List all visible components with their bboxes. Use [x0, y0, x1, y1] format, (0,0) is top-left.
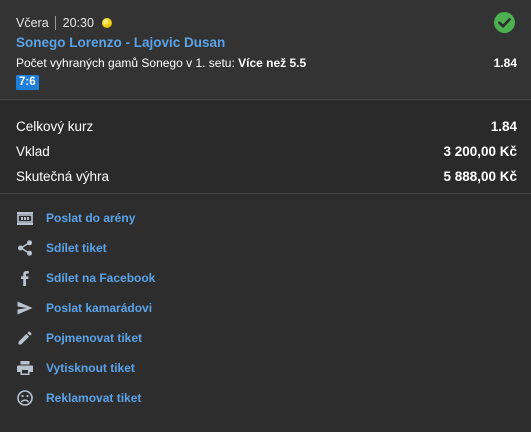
- score-badge: 7:6: [16, 75, 39, 90]
- facebook-icon: [16, 269, 34, 287]
- event-time: 20:30: [62, 16, 94, 30]
- market-name: Počet vyhraných gamů Sonego v 1. setu:: [16, 56, 235, 70]
- printer-icon: [16, 359, 34, 377]
- action-label: Sdílet tiket: [46, 241, 107, 255]
- send-to-friend-button[interactable]: Poslat kamarádovi: [16, 298, 152, 318]
- stake-row: Vklad 3 200,00 Kč: [16, 141, 517, 161]
- complain-ticket-button[interactable]: Reklamovat tiket: [16, 388, 141, 408]
- share-ticket-button[interactable]: Sdílet tiket: [16, 238, 107, 258]
- event-meta: Včera 20:30: [16, 15, 112, 31]
- print-ticket-button[interactable]: Vytisknout tiket: [16, 358, 135, 378]
- event-day: Včera: [16, 16, 49, 30]
- send-icon: [16, 299, 34, 317]
- total-odds-label: Celkový kurz: [16, 118, 94, 134]
- match-title[interactable]: Sonego Lorenzo - Lajovic Dusan: [16, 35, 225, 50]
- action-label: Vytisknout tiket: [46, 361, 135, 375]
- action-label: Sdílet na Facebook: [46, 271, 156, 285]
- check-circle-icon: [494, 12, 515, 33]
- action-label: Poslat do arény: [46, 211, 136, 225]
- selection-odd: 1.84: [493, 56, 517, 70]
- win-value: 5 888,00 Kč: [443, 168, 517, 184]
- stake-label: Vklad: [16, 143, 50, 159]
- send-to-arena-button[interactable]: Poslat do arény: [16, 208, 135, 228]
- win-label: Skutečná výhra: [16, 168, 110, 184]
- sad-face-icon: [16, 389, 34, 407]
- share-icon: [16, 239, 34, 257]
- pencil-icon: [16, 329, 34, 347]
- ticket-event-section: Včera 20:30 Sonego Lorenzo - Lajovic Dus…: [0, 0, 531, 100]
- total-odds-value: 1.84: [490, 118, 517, 134]
- market-description: Počet vyhraných gamů Sonego v 1. setu: V…: [16, 56, 306, 70]
- arena-icon: [16, 209, 34, 227]
- action-label: Poslat kamarádovi: [46, 301, 153, 315]
- action-label: Reklamovat tiket: [46, 391, 142, 405]
- total-odds-row: Celkový kurz 1.84: [16, 116, 517, 136]
- win-row: Skutečná výhra 5 888,00 Kč: [16, 166, 517, 186]
- market-selection: Více než 5.5: [238, 56, 307, 70]
- tennis-ball-icon: [101, 18, 112, 28]
- action-label: Pojmenovat tiket: [46, 331, 143, 345]
- ticket-summary: Celkový kurz 1.84 Vklad 3 200,00 Kč Skut…: [0, 101, 531, 194]
- stake-value: 3 200,00 Kč: [443, 143, 517, 159]
- meta-divider: [54, 16, 56, 30]
- share-facebook-button[interactable]: Sdílet na Facebook: [16, 268, 155, 288]
- rename-ticket-button[interactable]: Pojmenovat tiket: [16, 328, 142, 348]
- ticket-actions: Poslat do arény Sdílet tiket Sdílet na F…: [0, 195, 531, 432]
